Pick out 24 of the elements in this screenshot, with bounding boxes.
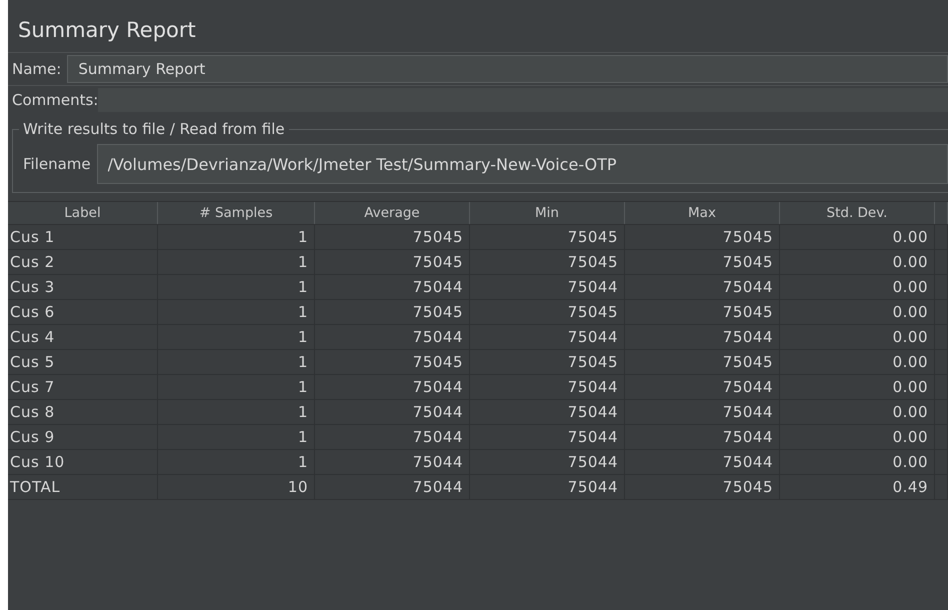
table-cell: Cus 7: [8, 375, 158, 399]
table-cell: Cus 6: [8, 300, 158, 324]
table-cell: TOTAL: [8, 475, 158, 499]
comments-label: Comments:: [12, 91, 98, 109]
column-header[interactable]: Std. Dev.: [780, 202, 935, 224]
table-cell: Cus 10: [8, 450, 158, 474]
column-header[interactable]: # Samples: [158, 202, 315, 224]
group-legend: Write results to file / Read from file: [19, 120, 289, 138]
panel-title: Summary Report: [17, 17, 197, 44]
column-header[interactable]: Min: [470, 202, 625, 224]
filename-label: Filename: [23, 155, 91, 173]
column-header[interactable]: Average: [315, 202, 470, 224]
table-cell: Cus 2: [8, 250, 158, 274]
table-cell: Cus 1: [8, 225, 158, 249]
table-cell: Cus 5: [8, 350, 158, 374]
filename-field[interactable]: /Volumes/Devrianza/Work/Jmeter Test/Summary-New-Voice-OTP: [96, 144, 948, 184]
table-cell: Cus 4: [8, 325, 158, 349]
table-cell: Cus 8: [8, 400, 158, 424]
table-cell: Cus 3: [8, 275, 158, 299]
name-label: Name:: [12, 60, 62, 78]
column-header[interactable]: Max: [625, 202, 780, 224]
column-header[interactable]: Label: [8, 202, 158, 224]
table-cell: Cus 9: [8, 425, 158, 449]
name-field[interactable]: Summary Report: [67, 55, 948, 83]
